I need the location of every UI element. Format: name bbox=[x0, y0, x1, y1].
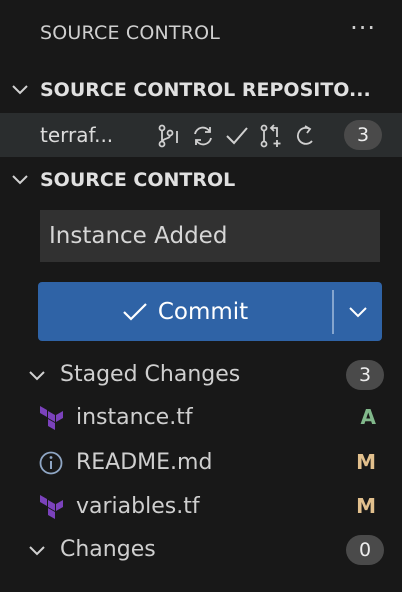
changes-label: Changes bbox=[60, 537, 156, 562]
more-actions-icon[interactable]: ··· bbox=[350, 14, 376, 42]
source-control-section-header[interactable]: SOURCE CONTROL bbox=[0, 158, 402, 202]
chevron-down-icon bbox=[349, 306, 367, 317]
chevron-down-icon bbox=[0, 174, 40, 186]
pull-request-icon[interactable] bbox=[254, 123, 288, 149]
info-icon bbox=[38, 449, 66, 477]
staged-changes-count: 3 bbox=[346, 360, 384, 390]
status-badge: M bbox=[356, 494, 376, 518]
file-row-readme[interactable]: README.md M bbox=[0, 441, 402, 485]
terraform-icon bbox=[38, 493, 66, 521]
repository-changes-badge: 3 bbox=[344, 120, 382, 150]
branch-icon[interactable] bbox=[152, 123, 186, 149]
commit-button-label: Commit bbox=[157, 298, 249, 325]
file-name: variables.tf bbox=[76, 494, 200, 519]
file-name: README.md bbox=[76, 450, 213, 475]
commit-dropdown-button[interactable] bbox=[334, 306, 382, 318]
repositories-section-header[interactable]: SOURCE CONTROL REPOSITO... bbox=[0, 68, 402, 112]
repositories-section-title: SOURCE CONTROL REPOSITO... bbox=[40, 79, 371, 101]
staged-changes-group[interactable]: Staged Changes 3 bbox=[0, 353, 402, 397]
check-icon[interactable] bbox=[220, 123, 254, 149]
sync-icon[interactable] bbox=[186, 123, 220, 149]
commit-message-input[interactable] bbox=[40, 210, 380, 262]
commit-button[interactable]: Commit bbox=[38, 299, 332, 325]
staged-changes-label: Staged Changes bbox=[60, 362, 241, 387]
changes-count: 0 bbox=[346, 535, 384, 565]
status-badge: A bbox=[360, 405, 376, 429]
chevron-down-icon bbox=[28, 367, 46, 386]
chevron-down-icon bbox=[28, 542, 46, 561]
status-badge: M bbox=[356, 450, 376, 474]
terraform-icon bbox=[38, 404, 66, 432]
file-row-variables[interactable]: variables.tf M bbox=[0, 485, 402, 529]
refresh-icon[interactable] bbox=[288, 123, 322, 149]
file-name: instance.tf bbox=[76, 405, 193, 430]
source-control-section-title: SOURCE CONTROL bbox=[40, 169, 236, 191]
repository-row[interactable]: terraf... 3 bbox=[0, 113, 402, 157]
changes-group[interactable]: Changes 0 bbox=[0, 528, 402, 572]
check-icon bbox=[123, 302, 147, 321]
commit-divider bbox=[332, 289, 334, 334]
repository-name: terraf... bbox=[40, 123, 114, 147]
file-row-instance[interactable]: instance.tf A bbox=[0, 396, 402, 440]
commit-button-group[interactable]: Commit bbox=[38, 282, 382, 341]
chevron-down-icon bbox=[0, 84, 40, 96]
view-title: SOURCE CONTROL bbox=[40, 22, 221, 44]
